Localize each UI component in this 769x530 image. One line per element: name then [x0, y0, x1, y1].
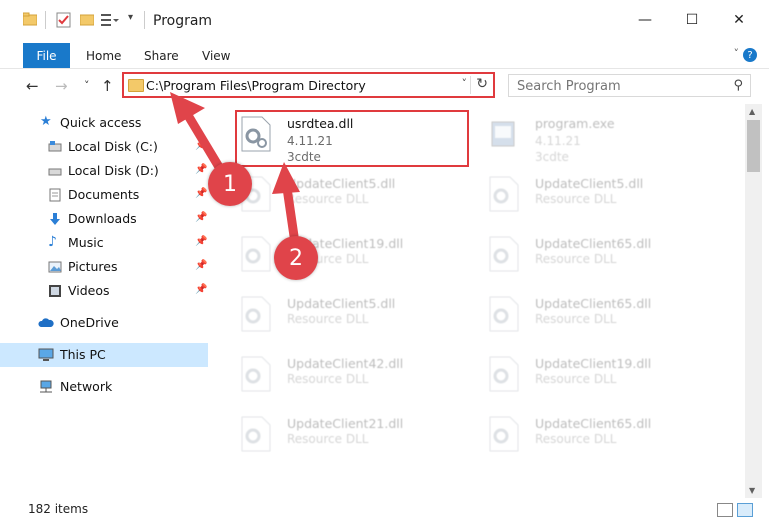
step-badge-2: 2	[274, 236, 318, 280]
step-badge-1: 1	[208, 162, 252, 206]
annotation-arrows	[170, 92, 300, 241]
explorer-window: ▾ Program — ☐ ✕ File Home Share View ˅ ?…	[0, 0, 769, 530]
